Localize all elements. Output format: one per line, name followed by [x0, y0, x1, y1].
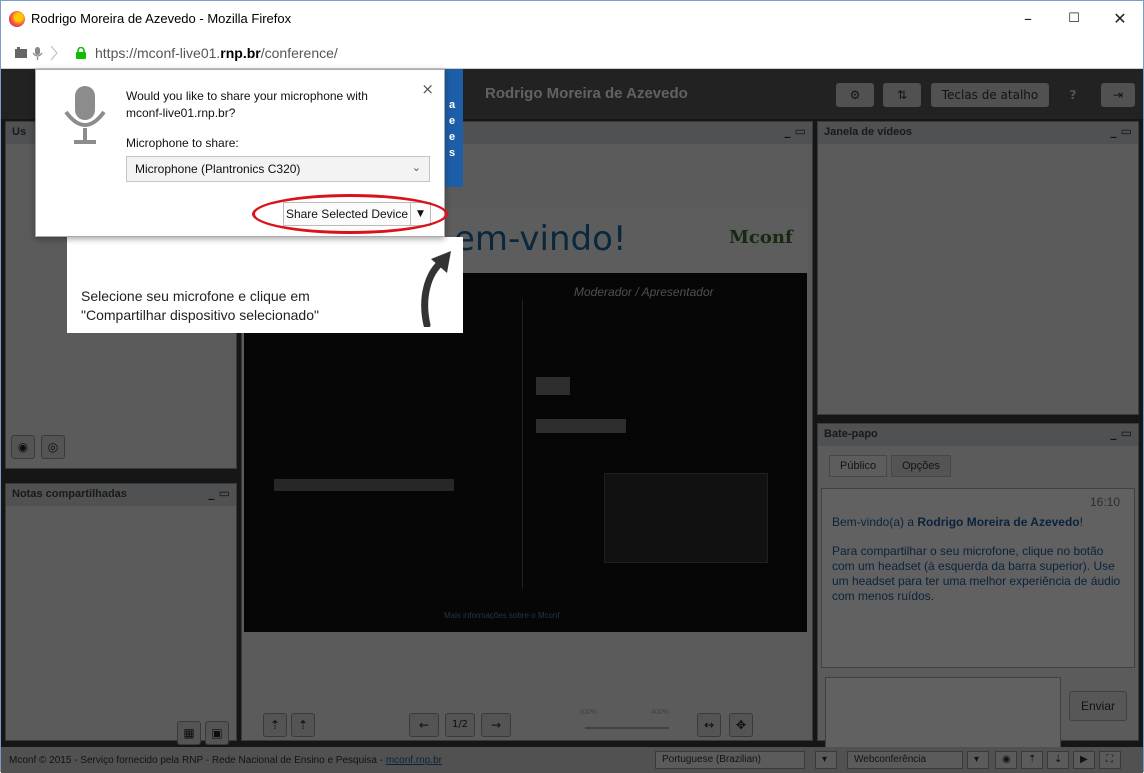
upload-layout-icon[interactable]: ⇡ [1021, 751, 1043, 769]
footer-bar: Mconf © 2015 - Serviço fornecido pela RN… [1, 747, 1143, 773]
send-button[interactable]: Enviar [1069, 691, 1127, 721]
microphone-select[interactable]: Microphone (Plantronics C320) ⌄ [126, 156, 430, 182]
title-bar: Rodrigo Moreira de Azevedo - Mozilla Fir… [1, 1, 1143, 37]
footer-copyright: Mconf © 2015 - Serviço fornecido pela RN… [9, 755, 442, 766]
chat-input[interactable] [825, 677, 1061, 755]
download-button[interactable]: ⇡ [291, 713, 315, 737]
callout-text: Selecione seu microfone e clique em "Com… [81, 288, 319, 323]
popup-question: Would you like to share your microphone … [126, 89, 368, 120]
maximize-button[interactable]: ☐ [1051, 5, 1097, 33]
tab-public[interactable]: Público [829, 455, 888, 477]
microphone-permission-popup: Would you like to share your microphone … [35, 69, 448, 237]
next-slide-button[interactable]: → [481, 713, 511, 737]
slide-subtitle: Moderador / Apresentador [574, 285, 714, 299]
layout-select[interactable]: Webconferência [847, 751, 963, 769]
blue-banner-strip: a e e s [445, 69, 463, 187]
conference-title: Rodrigo Moreira de Azevedo [485, 85, 688, 102]
window-title: Rodrigo Moreira de Azevedo - Mozilla Fir… [31, 11, 292, 26]
headset-icon: ◉ [17, 440, 29, 454]
video-panel: Janela de vídeos _ ▭ [817, 121, 1139, 415]
notes-export-button[interactable]: ▦ [177, 721, 201, 745]
lock-icon[interactable] [75, 46, 87, 59]
document-icon: ▦ [183, 726, 195, 740]
upload-button[interactable]: ⇡ [263, 713, 287, 737]
minimize-panel-icon[interactable]: _ ▭ [1110, 426, 1132, 440]
slide-upload-graphic [536, 377, 570, 395]
chat-audio-note: Para compartilhar o seu microfone, cliqu… [832, 544, 1121, 603]
site-permissions-icon[interactable] [13, 45, 69, 65]
save-icon: ▣ [211, 726, 223, 740]
zoom-slider[interactable] [585, 727, 669, 729]
shortcuts-button[interactable]: Teclas de atalho [931, 83, 1049, 107]
page-indicator[interactable]: 1/2 [445, 713, 475, 737]
download-icon: ⇡ [297, 718, 309, 732]
broadcast-layout-icon[interactable]: ▶ [1073, 751, 1095, 769]
layout-icon: ⇅ [896, 88, 908, 102]
fullscreen-icon[interactable]: ⛶ [1099, 751, 1121, 769]
slide-share-graphic [536, 419, 626, 433]
navigation-bar: https://mconf-live01.rnp.br/conference/ [1, 37, 1143, 69]
chat-welcome-message: Bem-vindo(a) a Rodrigo Moreira de Azeved… [832, 515, 1121, 603]
chat-panel-header: Bate-papo _ ▭ [818, 424, 1138, 446]
slide-divider [522, 299, 523, 589]
url-text[interactable]: https://mconf-live01.rnp.br/conference/ [95, 45, 338, 61]
logout-icon: ⇥ [1112, 88, 1124, 102]
fit-width-button[interactable]: ↔ [697, 713, 721, 737]
chat-timestamp: 16:10 [1089, 495, 1120, 509]
download-layout-icon[interactable]: ⇣ [1047, 751, 1069, 769]
mconf-logo: Mconf [729, 227, 793, 248]
apply-layout-icon[interactable]: ◉ [995, 751, 1017, 769]
video-panel-header: Janela de vídeos _ ▭ [818, 122, 1138, 144]
arrow-right-icon: → [490, 718, 502, 732]
arrow-left-icon: ← [418, 718, 430, 732]
layout-dropdown-icon[interactable]: ▾ [967, 751, 989, 769]
slide-users-graphic [604, 473, 768, 563]
tab-options[interactable]: Opções [891, 455, 951, 477]
chevron-down-icon: ⌄ [411, 161, 421, 174]
upload-icon: ⇡ [269, 718, 281, 732]
webcam-icon: ◎ [47, 440, 59, 454]
settings-button[interactable]: ⚙ [836, 83, 874, 107]
notes-panel: Notas compartilhadas _ ▭ [5, 483, 237, 741]
language-dropdown-icon[interactable]: ▾ [815, 751, 837, 769]
layout-button[interactable]: ⇅ [883, 83, 921, 107]
zoom-min-label: 100% [579, 709, 597, 716]
close-window-button[interactable]: ✕ [1097, 5, 1143, 33]
microphone-icon [64, 86, 106, 144]
audio-button[interactable]: ◉ [11, 435, 35, 459]
chat-messages: 16:10 Bem-vindo(a) a Rodrigo Moreira de … [821, 488, 1135, 668]
zoom-max-label: 400% [651, 709, 669, 716]
minimize-panel-icon[interactable]: _ ▭ [208, 486, 230, 500]
highlight-oval [252, 194, 448, 234]
gear-icon: ⚙ [849, 88, 861, 102]
previous-slide-button[interactable]: ← [409, 713, 439, 737]
minimize-button[interactable]: – [1005, 5, 1051, 33]
logout-button[interactable]: ⇥ [1101, 83, 1135, 107]
popup-label: Microphone to share: [126, 136, 239, 150]
minimize-panel-icon[interactable]: _ ▭ [784, 124, 806, 138]
fit-page-button[interactable]: ✥ [729, 713, 753, 737]
firefox-logo-icon [9, 11, 25, 27]
move-icon: ✥ [735, 718, 747, 732]
slide-welcome-text: em-vindo! [454, 219, 627, 259]
instruction-callout: Selecione seu microfone e clique em "Com… [67, 237, 463, 333]
minimize-panel-icon[interactable]: _ ▭ [1110, 124, 1132, 138]
url-box[interactable]: https://mconf-live01.rnp.br/conference/ [9, 41, 1135, 65]
video-button[interactable]: ◎ [41, 435, 65, 459]
footer-link[interactable]: mconf.rnp.br [386, 755, 442, 766]
firefox-window: Rodrigo Moreira de Azevedo - Mozilla Fir… [0, 0, 1144, 773]
slide-toolbar-graphic [274, 479, 454, 491]
notes-panel-header: Notas compartilhadas _ ▭ [6, 484, 236, 506]
slide-info-link[interactable]: Mais informações sobre o Mconf [444, 611, 560, 620]
fit-width-icon: ↔ [703, 718, 715, 732]
notes-save-button[interactable]: ▣ [205, 721, 229, 745]
help-button[interactable]: ? [1061, 83, 1085, 107]
popup-close-button[interactable]: × [421, 80, 434, 98]
curved-arrow-icon [421, 251, 451, 327]
language-select[interactable]: Portuguese (Brazilian) [655, 751, 805, 769]
